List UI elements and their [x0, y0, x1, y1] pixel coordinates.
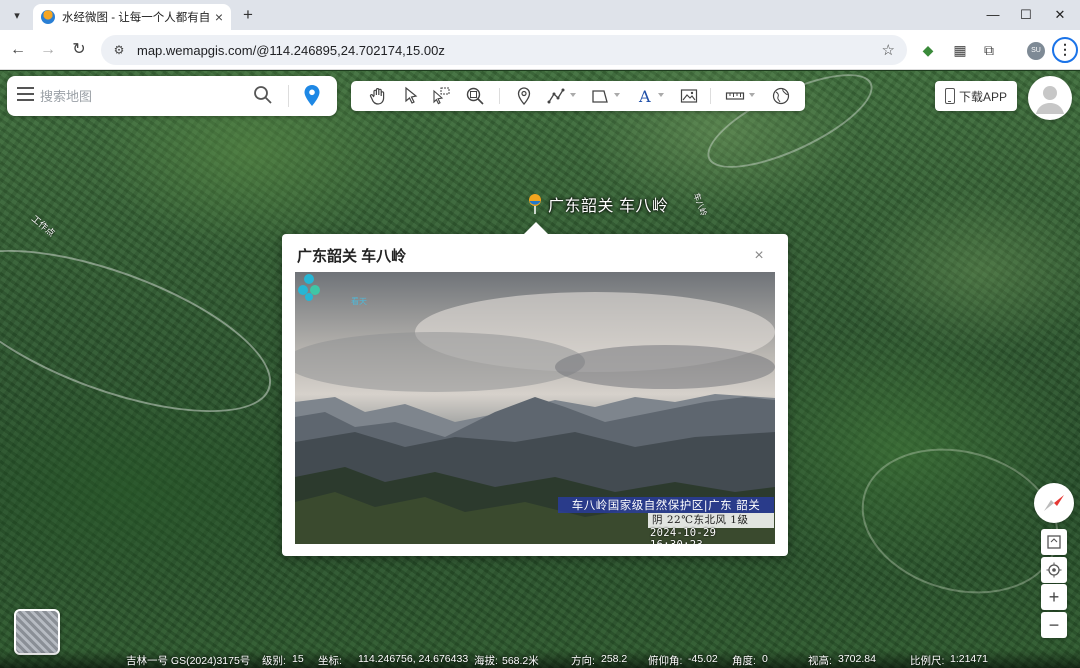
text-tool-icon[interactable]: A	[634, 86, 656, 106]
river	[0, 216, 291, 446]
zoom-in-button[interactable]: +	[1041, 584, 1067, 610]
divider	[710, 88, 711, 104]
browser-toolbar: ← → ↻ ⚙ map.wemapgis.com/@114.246895,24.…	[0, 30, 1080, 70]
scale-label: 比例尺:	[910, 655, 945, 667]
bookmark-star-icon[interactable]: ☆	[882, 41, 895, 59]
measure-dropdown-icon[interactable]	[749, 93, 755, 97]
camera-live-image[interactable]: 看天 车八岭国家级自然保护区|广东 韶关 阴 22℃东北风 1级 2024-10…	[295, 272, 775, 544]
imagery-source: 吉林一号 GS(2024)3175号	[126, 655, 251, 667]
popup-close-icon[interactable]: ×	[752, 248, 766, 264]
globe-icon[interactable]	[770, 86, 792, 106]
extension-globe-icon[interactable]: ◆	[919, 41, 937, 59]
camera-marker-icon	[529, 194, 541, 214]
map-tools-bar: A	[351, 81, 805, 111]
place-name: 广东韶关 车八岭	[548, 198, 669, 215]
divider	[499, 88, 500, 104]
tab-strip: ▾ 水经微图 - 让每一个人都有自己 × + — ☐ ✕	[0, 0, 1080, 30]
coord-value: 114.246756, 24.676433	[358, 653, 469, 665]
browser-menu-icon[interactable]: ⋮	[1052, 37, 1078, 63]
roll-label: 角度:	[732, 655, 756, 667]
tab-title: 水经微图 - 让每一个人都有自己	[62, 12, 209, 24]
select-pointer-icon[interactable]	[400, 86, 422, 106]
camera-logo-text: 看天	[351, 297, 367, 306]
polyline-dropdown-icon[interactable]	[570, 93, 576, 97]
maximize-icon[interactable]: ☐	[1011, 5, 1041, 25]
heading-label: 方向:	[571, 655, 595, 667]
user-avatar[interactable]	[1028, 76, 1072, 120]
camera-location-banner: 车八岭国家级自然保护区|广东 韶关	[558, 497, 774, 513]
pitch-value: -45.02	[688, 653, 718, 665]
polygon-tool-icon[interactable]	[589, 86, 611, 106]
popup-title: 广东韶关 车八岭	[297, 248, 407, 265]
status-bar: 吉林一号 GS(2024)3175号 级别: 15 坐标: 114.246756…	[0, 650, 1080, 668]
user-silhouette-icon	[1036, 86, 1064, 114]
polygon-dropdown-icon[interactable]	[614, 93, 620, 97]
minimize-icon[interactable]: —	[978, 5, 1008, 25]
location-pin-icon[interactable]	[303, 84, 321, 108]
search-icon[interactable]	[253, 85, 273, 105]
place-marker[interactable]: 广东韶关 车八岭	[528, 192, 668, 216]
compass-icon	[1044, 495, 1064, 511]
box-select-icon[interactable]	[430, 86, 452, 106]
extension-store-icon[interactable]: ▦	[951, 41, 969, 59]
new-tab-button[interactable]: +	[238, 5, 258, 25]
layer-switcher-thumbnail[interactable]	[14, 609, 60, 655]
map-label: 工作点	[29, 213, 57, 239]
forward-arrow-icon[interactable]: →	[36, 38, 60, 62]
camera-weather: 阴 22℃东北风 1级	[648, 513, 774, 528]
phone-icon	[944, 88, 955, 104]
place-popup: 广东韶关 车八岭 × 看天 车八岭国家级自然保护区|广东 韶关 阴 22℃东北风…	[282, 222, 788, 556]
heading-value: 258.2	[601, 653, 628, 665]
compass-button[interactable]	[1034, 483, 1074, 523]
image-tool-icon[interactable]	[678, 86, 700, 106]
camera-timestamp: 2024-10-29 16:30:23	[650, 527, 717, 544]
zoom-out-button[interactable]: −	[1041, 612, 1067, 638]
roll-value: 0	[762, 653, 768, 665]
divider	[288, 85, 289, 107]
search-panel	[7, 76, 337, 116]
scale-value: 1:21471	[950, 653, 988, 665]
zoom-level-value: 15	[292, 653, 304, 665]
map-label: 车八岭	[691, 191, 709, 218]
pitch-label: 俯仰角:	[648, 655, 683, 667]
elevation-label: 海拔:	[474, 655, 498, 667]
address-bar[interactable]: ⚙ map.wemapgis.com/@114.246895,24.702174…	[101, 35, 907, 65]
text-dropdown-icon[interactable]	[658, 93, 664, 97]
window-close-icon[interactable]: ✕	[1045, 5, 1075, 25]
menu-icon[interactable]	[17, 87, 34, 101]
map-canvas[interactable]: A 下载APP 工作点 车八岭 广东韶关 车八岭 广东韶关 车八岭 ×	[0, 71, 1080, 668]
coord-label: 坐标:	[318, 655, 342, 667]
polyline-tool-icon[interactable]	[545, 86, 567, 106]
back-arrow-icon[interactable]: ←	[6, 38, 30, 62]
crosshair-icon	[1046, 562, 1062, 578]
site-info-icon[interactable]: ⚙	[111, 42, 127, 58]
download-app-label: 下载APP	[958, 89, 1007, 104]
extensions-puzzle-icon[interactable]: ⧉	[980, 41, 998, 59]
site-favicon-icon	[41, 10, 55, 24]
fullscreen-button[interactable]	[1041, 529, 1067, 555]
fullscreen-icon	[1047, 535, 1061, 549]
locate-me-button[interactable]	[1041, 557, 1067, 583]
download-app-button[interactable]: 下载APP	[935, 81, 1017, 111]
tab-close-icon[interactable]: ×	[215, 9, 223, 25]
marker-tool-icon[interactable]	[513, 86, 535, 106]
view-height-label: 视高:	[808, 655, 832, 667]
search-input[interactable]	[40, 85, 245, 107]
zoom-level-label: 级别:	[262, 655, 286, 667]
view-height-value: 3702.84	[838, 653, 876, 665]
tab-search-chevron-icon[interactable]: ▾	[6, 5, 28, 25]
profile-avatar[interactable]: SU	[1027, 42, 1045, 60]
camera-brand-logo-icon	[298, 274, 320, 301]
pan-hand-icon[interactable]	[367, 86, 389, 106]
measure-ruler-icon[interactable]	[724, 86, 746, 106]
elevation-value: 568.2米	[502, 655, 539, 667]
zoom-area-icon[interactable]	[464, 86, 486, 106]
reload-icon[interactable]: ↻	[67, 38, 91, 62]
browser-tab[interactable]: 水经微图 - 让每一个人都有自己 ×	[33, 4, 231, 30]
url-text[interactable]: map.wemapgis.com/@114.246895,24.702174,1…	[137, 43, 445, 58]
svg-text:A: A	[638, 87, 651, 106]
